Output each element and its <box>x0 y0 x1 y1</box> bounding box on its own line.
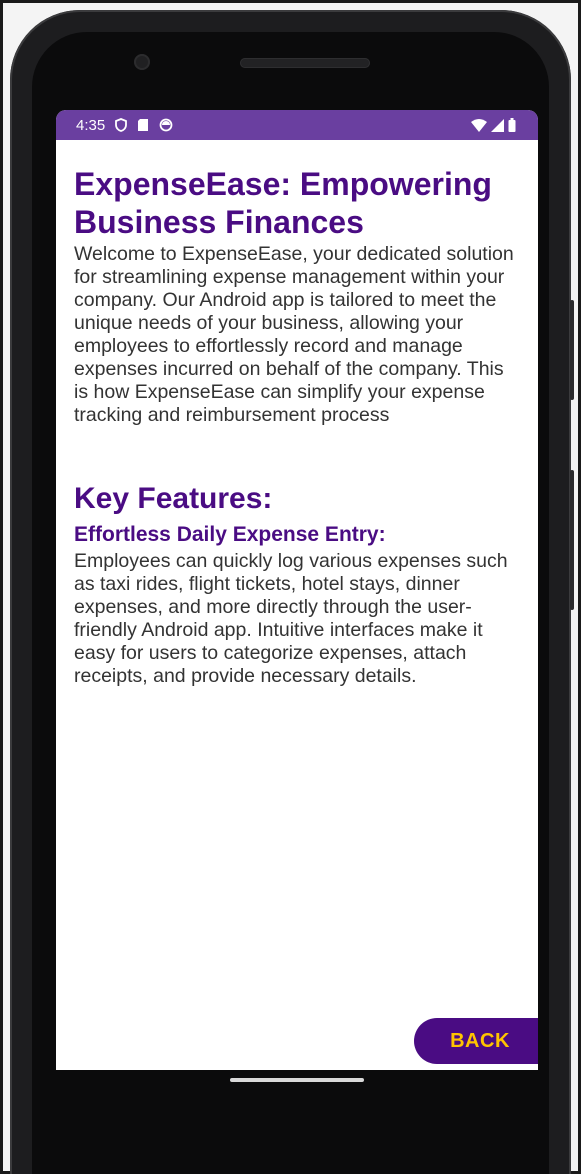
feature-description: Employees can quickly log various expens… <box>74 550 508 687</box>
status-time: 4:35 <box>76 116 106 134</box>
back-button[interactable]: BACK <box>414 1018 538 1064</box>
volume-button <box>570 470 574 610</box>
wifi-icon <box>471 118 487 132</box>
signal-icon <box>491 118 504 132</box>
page-title: ExpenseEase: Empowering Business Finance… <box>74 166 492 240</box>
home-gesture-handle[interactable] <box>230 1078 364 1082</box>
shield-icon <box>115 118 128 132</box>
earpiece-speaker <box>240 58 370 68</box>
front-camera <box>134 54 150 70</box>
screenshot-stage: 4:35 ExpenseEase: Empowering Business Fi… <box>0 0 581 1174</box>
power-button <box>570 300 574 400</box>
status-bar: 4:35 <box>56 110 538 140</box>
navigation-bar <box>56 1070 538 1110</box>
battery-icon <box>508 118 516 132</box>
app-screen: 4:35 ExpenseEase: Empowering Business Fi… <box>56 110 538 1070</box>
about-content: ExpenseEase: Empowering Business Finance… <box>74 165 520 688</box>
feature-title: Effortless Daily Expense Entry: <box>74 523 386 546</box>
status-bar-right <box>471 118 538 132</box>
status-bar-left: 4:35 <box>56 117 173 134</box>
key-features-heading: Key Features: <box>74 482 273 515</box>
intro-paragraph: Welcome to ExpenseEase, your dedicated s… <box>74 243 514 426</box>
sync-icon <box>159 118 173 132</box>
sd-card-icon <box>137 118 149 132</box>
